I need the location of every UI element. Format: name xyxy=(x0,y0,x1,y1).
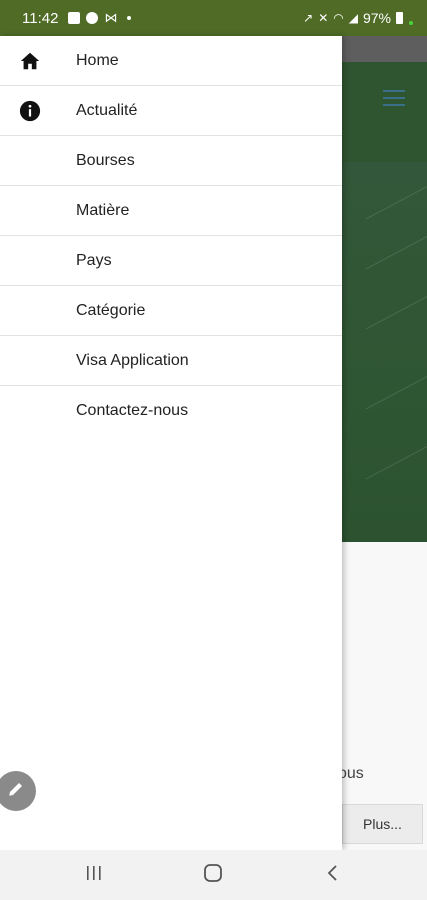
background-hero-image xyxy=(342,162,427,542)
hamburger-menu-icon[interactable] xyxy=(383,90,405,106)
system-nav-bar xyxy=(0,850,427,900)
drawer-item-label: Actualité xyxy=(76,101,138,119)
status-right: ↗ ✕ ◠ ◢ 97% xyxy=(303,10,413,26)
pencil-icon xyxy=(7,780,25,803)
drawer-menu: Home Actualité Bourses Matière Pays Caté… xyxy=(0,36,342,436)
home-icon xyxy=(19,50,41,72)
battery-icon xyxy=(396,12,403,24)
gmail-icon: ⋈ xyxy=(104,10,118,25)
battery-percent: 97% xyxy=(362,10,391,26)
charging-dot-icon xyxy=(409,21,413,25)
home-circle-icon xyxy=(203,863,223,888)
drawer-item-visa-application[interactable]: Visa Application xyxy=(0,336,342,386)
back-icon xyxy=(326,864,340,887)
background-app: vous Plus... xyxy=(342,36,427,850)
mute-icon: ✕ xyxy=(318,11,329,25)
background-app-bar xyxy=(342,62,427,162)
drawer-item-home[interactable]: Home xyxy=(0,36,342,86)
background-top-strip xyxy=(342,36,427,62)
drawer-item-matiere[interactable]: Matière xyxy=(0,186,342,236)
drawer-item-actualite[interactable]: Actualité xyxy=(0,86,342,136)
recents-button[interactable] xyxy=(74,862,114,888)
status-time: 11:42 xyxy=(22,9,59,27)
background-partial-text: vous xyxy=(342,765,364,782)
image-icon xyxy=(68,12,81,24)
wifi-icon: ◠ xyxy=(333,11,344,25)
navigation-drawer: Home Actualité Bourses Matière Pays Caté… xyxy=(0,36,342,850)
drawer-item-pays[interactable]: Pays xyxy=(0,236,342,286)
notification-dot-icon xyxy=(127,16,132,20)
drawer-item-label: Visa Application xyxy=(76,351,189,369)
status-left: 11:42 ⋈ xyxy=(22,9,132,27)
drawer-item-label: Pays xyxy=(76,251,112,269)
drawer-item-label: Bourses xyxy=(76,151,135,169)
status-bar: 11:42 ⋈ ↗ ✕ ◠ ◢ 97% xyxy=(0,0,427,36)
drawer-item-contactez-nous[interactable]: Contactez-nous xyxy=(0,386,342,436)
drawer-item-label: Matière xyxy=(76,201,130,219)
drawer-item-label: Contactez-nous xyxy=(76,402,189,419)
recents-icon xyxy=(85,865,103,886)
signal-icon: ◢ xyxy=(348,11,358,25)
more-button[interactable]: Plus... xyxy=(342,804,423,844)
back-button[interactable] xyxy=(313,862,353,888)
drawer-item-label: Catégorie xyxy=(76,301,146,319)
facebook-icon xyxy=(86,12,99,24)
drawer-item-label: Home xyxy=(76,51,119,69)
drawer-item-bourses[interactable]: Bourses xyxy=(0,136,342,186)
info-icon xyxy=(19,100,41,122)
edit-fab-button[interactable] xyxy=(0,771,36,811)
drawer-item-categorie[interactable]: Catégorie xyxy=(0,286,342,336)
data-saver-icon: ↗ xyxy=(303,11,314,25)
home-button[interactable] xyxy=(193,862,233,888)
